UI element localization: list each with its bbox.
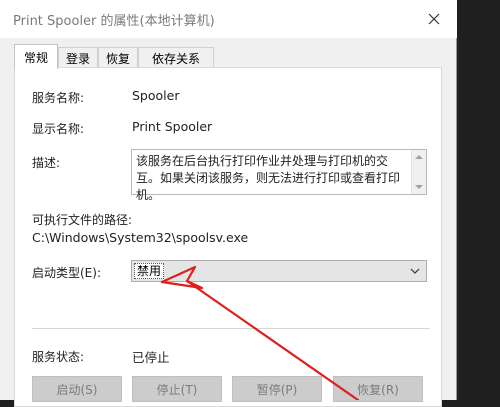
scroll-down-icon[interactable] (415, 185, 423, 189)
pause-button[interactable]: 暂停(P) (232, 376, 322, 402)
close-icon (428, 13, 440, 25)
description-text: 该服务在后台执行打印作业并处理与打印机的交互。如果关闭该服务，则无法进行打印或查… (136, 154, 401, 202)
service-status-label: 服务状态: (32, 350, 85, 364)
stop-button[interactable]: 停止(T) (132, 376, 222, 402)
scroll-up-icon[interactable] (415, 155, 423, 159)
title-bar: Print Spooler 的属性(本地计算机) (0, 0, 457, 38)
general-panel: 服务名称: Spooler 显示名称: Print Spooler 描述: 该服… (14, 67, 442, 407)
close-button[interactable] (411, 0, 457, 38)
tab-dependencies[interactable]: 依存关系 (138, 47, 214, 68)
description-box[interactable]: 该服务在后台执行打印作业并处理与打印机的交互。如果关闭该服务，则无法进行打印或查… (131, 149, 427, 202)
window-title: Print Spooler 的属性(本地计算机) (13, 14, 215, 29)
service-name-label: 服务名称: (32, 91, 85, 105)
resume-button[interactable]: 恢复(R) (333, 376, 423, 402)
tab-logon[interactable]: 登录 (58, 47, 98, 68)
startup-type-label: 启动类型(E): (32, 266, 101, 280)
executable-path-label: 可执行文件的路径: (32, 213, 133, 227)
startup-type-select[interactable]: 禁用 (131, 260, 427, 282)
display-name-value: Print Spooler (132, 119, 213, 134)
description-scrollbar[interactable] (411, 150, 426, 194)
chevron-down-icon (410, 268, 420, 274)
separator (32, 328, 430, 329)
service-name-value: Spooler (132, 88, 180, 103)
service-status-value: 已停止 (132, 350, 170, 365)
executable-path-value: C:\Windows\System32\spoolsv.exe (32, 230, 249, 245)
display-name-label: 显示名称: (32, 122, 85, 136)
start-button[interactable]: 启动(S) (32, 376, 122, 402)
properties-dialog: Print Spooler 的属性(本地计算机) 常规 登录 恢复 依存关系 服… (0, 0, 457, 407)
tab-recovery[interactable]: 恢复 (98, 47, 138, 68)
startup-type-value: 禁用 (134, 263, 165, 279)
description-label: 描述: (32, 156, 61, 170)
tab-general[interactable]: 常规 (14, 44, 58, 69)
